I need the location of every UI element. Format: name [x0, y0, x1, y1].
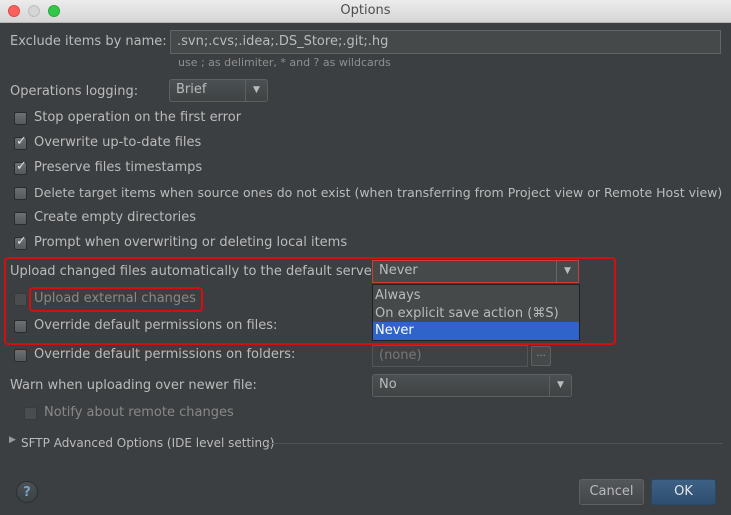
expand-arrow-icon[interactable]: ▶ [9, 435, 16, 445]
folder-permissions-browse-button[interactable]: ... [531, 346, 551, 366]
section-divider [268, 443, 723, 444]
checkbox-label: Notify about remote changes [44, 405, 234, 420]
logging-select-value: Brief [176, 82, 207, 97]
exclude-label: Exclude items by name: [10, 34, 167, 49]
help-button[interactable]: ? [16, 481, 38, 503]
warn-label: Warn when uploading over newer file: [10, 378, 257, 393]
logging-label: Operations logging: [10, 84, 139, 99]
warn-select[interactable]: No ▼ [372, 374, 572, 397]
checkbox-box[interactable] [24, 407, 37, 420]
checkbox-label: Create empty directories [34, 210, 197, 225]
checkbox-label: Upload external changes [34, 291, 196, 306]
dropdown-option-never[interactable]: Never [373, 322, 579, 340]
ok-button[interactable]: OK [651, 479, 716, 505]
checkbox-box[interactable] [14, 320, 27, 333]
title-bar: Options [0, 0, 731, 23]
chevron-down-icon: ▼ [556, 261, 578, 282]
checkbox-label: Override default permissions on folders: [34, 347, 296, 362]
logging-select[interactable]: Brief ▼ [169, 79, 268, 102]
upload-select-value: Never [379, 263, 418, 278]
checkmark-icon: ✓ [16, 234, 27, 249]
checkmark-icon: ✓ [16, 159, 27, 174]
chevron-down-icon: ▼ [245, 80, 267, 101]
checkbox-box[interactable] [14, 212, 27, 225]
checkbox-box[interactable]: ✓ [14, 234, 27, 250]
window-title: Options [340, 3, 391, 18]
checkbox-box[interactable]: ✓ [14, 134, 27, 150]
checkbox-label: Stop operation on the first error [34, 110, 242, 125]
warn-select-value: No [379, 377, 397, 392]
exclude-input[interactable]: .svn;.cvs;.idea;.DS_Store;.git;.hg [170, 30, 721, 54]
chevron-down-icon: ▼ [549, 375, 571, 396]
dropdown-option-always[interactable]: Always [373, 287, 579, 305]
checkbox-label: Prompt when overwriting or deleting loca… [34, 235, 348, 250]
sftp-advanced-toggle[interactable]: SFTP Advanced Options (IDE level setting… [21, 436, 274, 450]
upload-dropdown-list: Always On explicit save action (⌘S) Neve… [372, 284, 580, 341]
upload-select[interactable]: Never ▼ [372, 260, 579, 283]
checkbox-box[interactable] [14, 112, 27, 125]
checkbox-label: Override default permissions on files: [34, 318, 278, 333]
checkbox-box[interactable] [14, 293, 27, 306]
checkbox-label: Delete target items when source ones do … [34, 185, 723, 200]
dropdown-option-explicit-save[interactable]: On explicit save action (⌘S) [373, 305, 579, 323]
checkbox-box[interactable] [14, 187, 27, 200]
folder-permissions-input[interactable]: (none) [372, 345, 528, 367]
checkbox-box[interactable]: ✓ [14, 159, 27, 175]
checkmark-icon: ✓ [16, 134, 27, 149]
checkbox-label: Overwrite up-to-date files [34, 135, 202, 150]
upload-label: Upload changed files automatically to th… [10, 264, 378, 279]
exclude-hint: use ; as delimiter, * and ? as wildcards [178, 56, 391, 69]
checkbox-box[interactable] [14, 349, 27, 362]
checkbox-label: Preserve files timestamps [34, 160, 203, 175]
cancel-button[interactable]: Cancel [579, 479, 644, 505]
